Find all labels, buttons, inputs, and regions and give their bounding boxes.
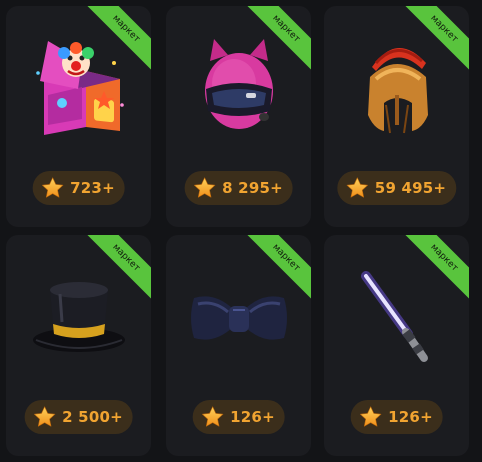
gift-card-spartan-helmet[interactable]: маркет 59 495+	[324, 6, 469, 227]
jack-in-the-box-icon	[35, 41, 124, 135]
pink-helmet-icon	[204, 39, 273, 129]
gift-card-top-hat[interactable]: маркет 2 500+	[6, 235, 151, 456]
price-amount: 8 295+	[222, 179, 283, 197]
price-button[interactable]: 723+	[32, 171, 125, 205]
star-icon	[358, 405, 382, 429]
price-button[interactable]: 126+	[350, 400, 443, 434]
price-amount: 723+	[70, 179, 115, 197]
gift-card-jack-in-the-box[interactable]: маркет 723+	[6, 6, 151, 227]
top-hat-icon	[32, 282, 125, 352]
bow-tie-icon	[190, 296, 287, 340]
spartan-helmet-icon	[367, 47, 428, 134]
lightsaber-icon	[360, 271, 428, 362]
price-amount: 126+	[230, 408, 275, 426]
gift-grid: маркет 723+ маркет 8 295+ маркет 59 495+…	[6, 6, 472, 456]
price-amount: 126+	[388, 408, 433, 426]
price-button[interactable]: 2 500+	[24, 400, 133, 434]
star-icon	[200, 405, 224, 429]
price-button[interactable]: 8 295+	[184, 171, 293, 205]
star-icon	[192, 176, 216, 200]
star-icon	[345, 176, 369, 200]
gift-card-lightsaber[interactable]: маркет 126+	[324, 235, 469, 456]
price-amount: 59 495+	[374, 179, 447, 197]
gift-card-bow-tie[interactable]: маркет 126+	[166, 235, 311, 456]
price-button[interactable]: 59 495+	[336, 171, 457, 205]
gift-card-pink-helmet[interactable]: маркет 8 295+	[166, 6, 311, 227]
star-icon	[40, 176, 64, 200]
price-button[interactable]: 126+	[192, 400, 285, 434]
star-icon	[32, 405, 56, 429]
price-amount: 2 500+	[62, 408, 123, 426]
